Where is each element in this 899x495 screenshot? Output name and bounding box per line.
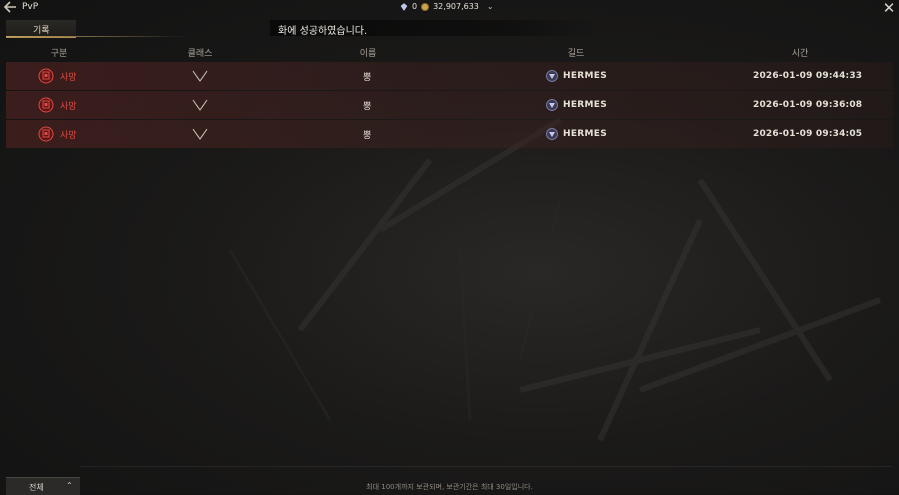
table-row[interactable]: 사망 뿡 HERMES 2026-01-09 09:36:08: [6, 91, 893, 119]
record-list: 사망 뿡 HERMES 2026-01-09 09:44:33 사망 뿡 HER…: [6, 62, 893, 149]
close-icon: ✕: [882, 0, 896, 17]
player-name: 뿡: [363, 72, 372, 83]
column-header-name: 이름: [359, 49, 377, 59]
table-header: 구분 클래스 이름 길드 시간: [6, 44, 893, 60]
guild-name: HERMES: [563, 100, 607, 110]
guild-emblem-icon: [546, 128, 558, 140]
record-type: 사망: [38, 91, 77, 119]
skull-badge-icon: [38, 68, 54, 84]
player-name: 뿡: [363, 130, 372, 141]
wing-class-icon: [192, 99, 208, 111]
skull-badge-icon: [38, 97, 54, 113]
player-name: 뿡: [363, 101, 372, 112]
guild-name: HERMES: [563, 129, 607, 139]
column-header-type: 구분: [50, 49, 68, 59]
skull-badge-icon: [38, 126, 54, 142]
guild-emblem-icon: [546, 99, 558, 111]
record-time: 2026-01-09 09:36:08: [753, 100, 863, 110]
guild: HERMES: [546, 91, 607, 119]
record-type-label: 사망: [60, 130, 77, 141]
back-button[interactable]: [3, 1, 19, 15]
gold-coin-icon: [421, 2, 430, 11]
column-header-class: 클래스: [187, 49, 213, 59]
guild-emblem-icon: [546, 70, 558, 82]
column-header-time: 시간: [791, 49, 809, 59]
record-type-label: 사망: [60, 101, 77, 112]
tab-strip: 기록: [6, 20, 600, 38]
record-type-label: 사망: [60, 72, 77, 83]
guild: HERMES: [546, 62, 607, 90]
page-title: PvP: [22, 2, 39, 12]
tab-record-label: 기록: [33, 26, 50, 36]
gold-count: 32,907,633: [433, 2, 479, 11]
gem-count: 0: [412, 2, 418, 11]
back-arrow-icon: [3, 1, 16, 13]
top-bar: PvP 0 32,907,633 ⌄ ✕: [0, 0, 899, 16]
tab-underline: [6, 36, 186, 37]
wing-class-icon: [192, 128, 208, 140]
wing-class-icon: [192, 70, 208, 82]
storage-note: 최대 100개까지 보관되며, 보관기간은 최대 30일입니다.: [366, 483, 533, 491]
guild: HERMES: [546, 120, 607, 148]
record-type: 사망: [38, 62, 77, 90]
table-row[interactable]: 사망 뿡 HERMES 2026-01-09 09:44:33: [6, 62, 893, 90]
currency-display[interactable]: 0 32,907,633 ⌄: [400, 2, 494, 11]
chevron-down-icon[interactable]: ⌄: [487, 2, 494, 11]
record-time: 2026-01-09 09:34:05: [753, 129, 863, 139]
guild-name: HERMES: [563, 71, 607, 81]
diamond-icon: [400, 2, 408, 11]
footer-divider: [80, 466, 893, 467]
record-time: 2026-01-09 09:44:33: [753, 71, 863, 81]
column-header-guild: 길드: [567, 49, 585, 59]
close-button[interactable]: ✕: [881, 0, 897, 16]
record-type: 사망: [38, 120, 77, 148]
table-row[interactable]: 사망 뿡 HERMES 2026-01-09 09:34:05: [6, 120, 893, 148]
